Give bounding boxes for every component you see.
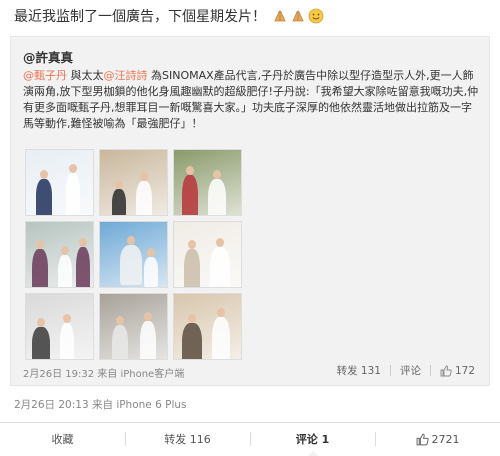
person-figure xyxy=(32,327,50,359)
person-head xyxy=(213,170,221,179)
photo-thumbnail[interactable] xyxy=(99,221,168,288)
photo-thumbnail[interactable] xyxy=(173,221,242,288)
smile-icon xyxy=(309,8,324,24)
mention-link[interactable]: @汪詩詩 xyxy=(104,69,148,82)
post-emojis xyxy=(272,8,324,24)
person-figure xyxy=(60,323,74,359)
thumbs-up-icon xyxy=(416,433,429,445)
person-head xyxy=(144,312,152,321)
person-figure xyxy=(112,189,126,215)
comment-button[interactable]: 评论 1 xyxy=(250,423,375,456)
person-head xyxy=(140,172,148,181)
repost-body: @甄子丹 與太太@汪詩詩 為SINOMAX產品代言,子丹於廣告中除以型仔造型示人… xyxy=(23,68,479,132)
person-head xyxy=(37,318,45,327)
post-content: 最近我监制了一個廣告，下個星期发片！ xyxy=(14,9,266,25)
person-figure xyxy=(120,245,142,285)
photo-grid xyxy=(25,149,242,360)
mention-link[interactable]: @甄子丹 xyxy=(23,69,67,82)
person-figure xyxy=(144,257,158,287)
like-button[interactable]: 2721 xyxy=(375,423,500,455)
person-head xyxy=(217,308,225,317)
person-head xyxy=(188,240,196,249)
photo-thumbnail[interactable] xyxy=(99,293,168,360)
divider xyxy=(389,365,391,376)
divider xyxy=(429,365,431,376)
repost-actions: 转发 131 评论 172 xyxy=(337,363,475,378)
photo-thumbnail[interactable] xyxy=(25,221,94,288)
person-head xyxy=(216,238,224,247)
person-figure xyxy=(32,249,48,287)
person-figure xyxy=(76,247,90,287)
repost-comment-button[interactable]: 评论 xyxy=(400,363,421,378)
person-figure xyxy=(140,321,156,359)
person-head xyxy=(40,170,48,179)
person-head xyxy=(69,164,77,173)
repost-button[interactable]: 转发 116 xyxy=(125,423,250,455)
photo-thumbnail[interactable] xyxy=(25,293,94,360)
photo-thumbnail[interactable] xyxy=(173,293,242,360)
post-text: 最近我监制了一個廣告，下個星期发片！ xyxy=(14,6,488,28)
person-head xyxy=(127,236,135,245)
person-figure xyxy=(58,255,72,287)
person-figure xyxy=(136,181,152,215)
person-figure xyxy=(36,179,52,215)
repost-card: @許真真 @甄子丹 與太太@汪詩詩 為SINOMAX產品代言,子丹於廣告中除以型… xyxy=(10,36,490,386)
pray-hands-icon xyxy=(292,10,305,22)
person-head xyxy=(79,238,87,247)
collect-button[interactable]: 收藏 xyxy=(0,423,125,455)
person-figure xyxy=(66,173,80,215)
person-head xyxy=(188,314,196,323)
like-count: 2721 xyxy=(431,432,460,446)
repost-like-count: 172 xyxy=(454,364,475,377)
photo-thumbnail[interactable] xyxy=(99,149,168,216)
person-figure xyxy=(210,247,230,287)
comment-label: 评论 1 xyxy=(295,433,330,446)
person-figure xyxy=(184,249,200,287)
person-head xyxy=(186,166,194,175)
collect-label: 收藏 xyxy=(51,433,74,446)
photo-thumbnail[interactable] xyxy=(25,149,94,216)
repost-like-button[interactable]: 172 xyxy=(440,365,475,377)
person-figure xyxy=(182,175,198,215)
thumbs-up-icon xyxy=(440,365,452,376)
bottom-action-bar: 收藏 转发 116 评论 1 2721 xyxy=(0,422,500,456)
photo-thumbnail[interactable] xyxy=(173,149,242,216)
person-head xyxy=(116,316,124,325)
person-figure xyxy=(208,179,226,215)
person-head xyxy=(63,314,71,323)
person-head xyxy=(36,240,44,249)
person-head xyxy=(115,180,123,189)
person-head xyxy=(61,246,69,255)
repost-meta[interactable]: 2月26日 19:32 来自 iPhone客户端 xyxy=(23,365,184,380)
repost-body-text: 與太太 xyxy=(67,69,104,82)
repost-repost-button[interactable]: 转发 131 xyxy=(337,363,381,378)
person-head xyxy=(147,248,155,257)
repost-author[interactable]: @許真真 xyxy=(23,47,73,66)
repost-label: 转发 116 xyxy=(164,433,211,446)
post-meta[interactable]: 2月26日 20:13 来自 iPhone 6 Plus xyxy=(14,397,187,412)
person-figure xyxy=(112,325,128,359)
pray-hands-icon xyxy=(274,10,287,22)
person-figure xyxy=(212,317,230,359)
person-figure xyxy=(182,323,202,359)
